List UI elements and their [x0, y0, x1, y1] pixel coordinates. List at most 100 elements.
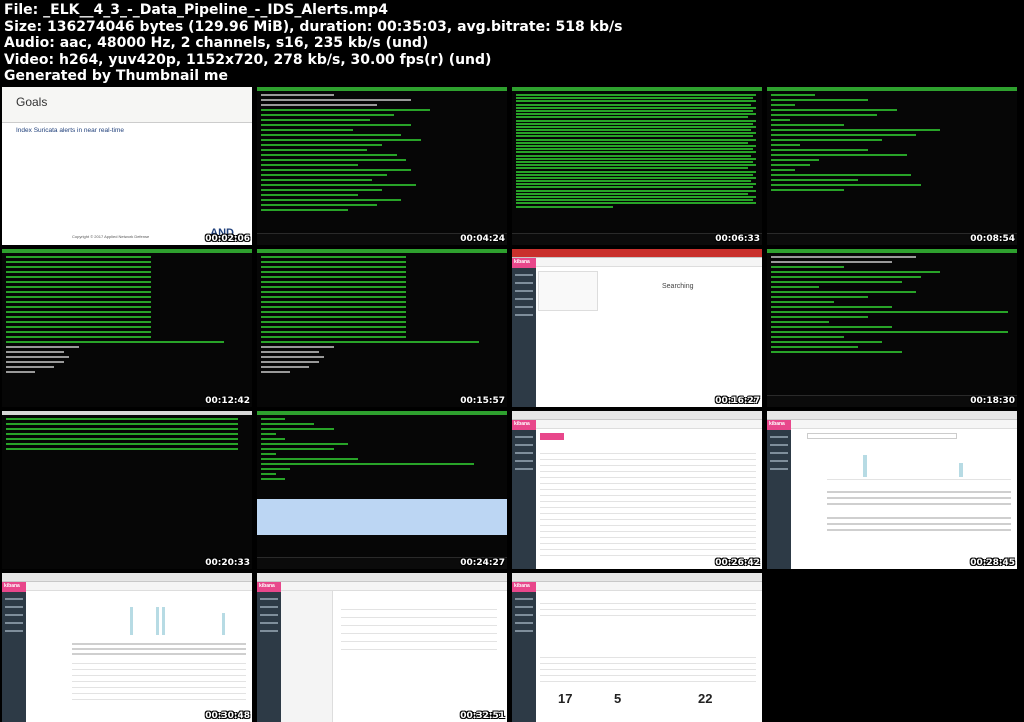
- thumbnail-kibana-index[interactable]: kibana 00:26:42: [512, 411, 762, 569]
- thumbnail-terminal[interactable]: 00:04:24: [257, 87, 507, 245]
- thumbnail-terminal[interactable]: 00:15:57: [257, 249, 507, 407]
- searching-status: Searching: [662, 283, 694, 290]
- kibana-top-bar: [791, 420, 1017, 429]
- slide-frame: Goals Index Suricata alerts in near real…: [2, 87, 252, 245]
- audio-info-line: Audio: aac, 48000 Hz, 2 channels, s16, 2…: [4, 35, 429, 51]
- terminal-title-bar: [767, 87, 1017, 91]
- metric-tile-value: 22: [698, 691, 713, 706]
- timestamp: 00:20:33: [205, 558, 250, 568]
- kibana-sidebar: [512, 582, 536, 722]
- terminal-frame: [512, 87, 762, 245]
- terminal-text: [6, 256, 248, 393]
- timestamp: 00:16:27: [715, 396, 760, 406]
- thumbnail-terminal[interactable]: 00:18:30: [767, 249, 1017, 407]
- browser-frame: kibana: [2, 573, 252, 722]
- kibana-brand: kibana: [259, 583, 275, 589]
- thumbnail-slide[interactable]: Goals Index Suricata alerts in near real…: [2, 87, 252, 245]
- terminal-frame: [2, 411, 252, 569]
- thumbnail-terminal[interactable]: 00:06:33: [512, 87, 762, 245]
- generator-line: Generated by Thumbnail me: [4, 68, 228, 84]
- timestamp: 00:04:24: [460, 234, 505, 244]
- browser-tab-bar: [257, 573, 507, 582]
- kibana-sidebar: [257, 582, 281, 722]
- file-name-line: File: _ELK__4_3_-_Data_Pipeline_-_IDS_Al…: [4, 2, 389, 18]
- browser-tab-bar: [2, 573, 252, 582]
- terminal-title-bar: [257, 87, 507, 91]
- terminal-title-bar: [257, 249, 507, 253]
- browser-frame: kibana Searching: [512, 249, 762, 407]
- timestamp: 00:15:57: [460, 396, 505, 406]
- timestamp: 00:24:27: [460, 558, 505, 568]
- terminal-text: [771, 256, 1013, 393]
- terminal-title-bar: [257, 411, 507, 415]
- timestamp: 00:02:06: [205, 234, 250, 244]
- terminal-frame: [257, 411, 507, 569]
- timestamp: 00:26:42: [715, 558, 760, 568]
- slide-footer: Copyright © 2017 Applied Network Defense: [72, 234, 150, 239]
- kibana-top-bar: [281, 582, 507, 591]
- kibana-top-bar: [536, 420, 762, 429]
- kibana-sidebar: [512, 420, 536, 569]
- kibana-top-bar: [536, 582, 762, 591]
- terminal-title-bar: [2, 249, 252, 253]
- kibana-brand: kibana: [514, 259, 530, 265]
- file-size-line: Size: 136274046 bytes (129.96 MiB), dura…: [4, 18, 623, 35]
- timestamp: 00:12:42: [205, 396, 250, 406]
- browser-tab-bar: [512, 411, 762, 420]
- terminal-frame: [767, 87, 1017, 245]
- thumbnail-kibana-dashboard[interactable]: kibana 17 5 22: [512, 573, 762, 722]
- timestamp: 00:30:48: [205, 711, 250, 721]
- search-input[interactable]: [807, 433, 957, 439]
- thumbnail-kibana-discover[interactable]: kibana 00:28:45: [767, 411, 1017, 569]
- terminal-text: [516, 94, 758, 231]
- terminal-frame: [767, 249, 1017, 407]
- kibana-sidebar: [2, 582, 26, 722]
- kibana-sidebar: [512, 258, 536, 407]
- index-tab[interactable]: [540, 433, 564, 440]
- thumbnail-kibana-visualize[interactable]: kibana 00:32:51: [257, 573, 507, 722]
- timestamp: 00:28:45: [970, 558, 1015, 568]
- kibana-brand: kibana: [514, 583, 530, 589]
- terminal-text: [261, 94, 503, 231]
- kibana-brand: kibana: [769, 421, 785, 427]
- browser-frame: kibana: [257, 573, 507, 722]
- thumbnail-grid: Goals Index Suricata alerts in near real…: [0, 87, 1024, 722]
- browser-frame: kibana: [512, 411, 762, 569]
- video-info-line: Video: h264, yuv420p, 1152x720, 278 kb/s…: [4, 51, 492, 68]
- terminal-text: [6, 418, 248, 555]
- thumbnail-terminal[interactable]: 00:20:33: [2, 411, 252, 569]
- slide-title: Goals: [16, 95, 48, 109]
- slide-bullet: Index Suricata alerts in near real-time: [16, 127, 125, 134]
- timestamp: 00:08:54: [970, 234, 1015, 244]
- thumbnail-terminal[interactable]: 00:08:54: [767, 87, 1017, 245]
- terminal-title-bar: [2, 411, 252, 415]
- terminal-frame: [2, 249, 252, 407]
- terminal-title-bar: [767, 249, 1017, 253]
- terminal-selection-highlight: [257, 499, 507, 535]
- terminal-text: [261, 256, 503, 393]
- timestamp: 00:32:51: [460, 711, 505, 721]
- terminal-title-bar: [512, 87, 762, 91]
- browser-frame: kibana: [767, 411, 1017, 569]
- terminal-frame: [257, 249, 507, 407]
- metric-tile-value: 5: [614, 691, 622, 706]
- browser-tab-bar: [512, 249, 762, 258]
- metric-tile-value: 17: [558, 691, 573, 706]
- kibana-brand: kibana: [4, 583, 20, 589]
- thumbnail-terminal[interactable]: 00:12:42: [2, 249, 252, 407]
- kibana-sidebar: [767, 420, 791, 569]
- thumbnail-terminal[interactable]: 00:24:27: [257, 411, 507, 569]
- terminal-text: [771, 94, 1013, 231]
- browser-tab-bar: [512, 573, 762, 582]
- kibana-top-bar: [26, 582, 252, 591]
- timestamp: 00:06:33: [715, 234, 760, 244]
- file-info-header: File: _ELK__4_3_-_Data_Pipeline_-_IDS_Al…: [4, 2, 1020, 85]
- browser-tab-bar: [767, 411, 1017, 420]
- timestamp: 00:18:30: [970, 396, 1015, 406]
- thumbnail-kibana-discover[interactable]: kibana 00:30:48: [2, 573, 252, 722]
- thumbnail-kibana-searching[interactable]: kibana Searching 00:16:27: [512, 249, 762, 407]
- terminal-frame: [257, 87, 507, 245]
- browser-frame: kibana 17 5 22: [512, 573, 762, 722]
- kibana-top-bar: [536, 258, 762, 267]
- kibana-brand: kibana: [514, 421, 530, 427]
